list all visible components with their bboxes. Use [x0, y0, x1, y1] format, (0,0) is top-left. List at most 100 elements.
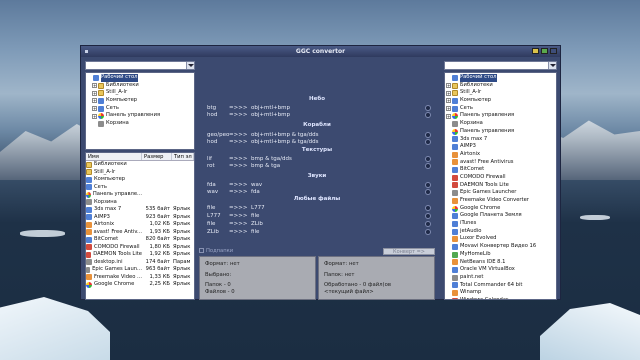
tree-item[interactable]: Epic Games Launcher: [446, 189, 555, 197]
subfolders-option[interactable]: Подпапки Конверт =>: [199, 248, 435, 255]
conversion-radio[interactable]: [425, 205, 431, 211]
conversion-radio[interactable]: [425, 213, 431, 219]
table-row[interactable]: Airtonix 1,02 КБ Ярлык: [86, 221, 194, 229]
tree-item[interactable]: avast! Free Antivirus: [446, 159, 555, 167]
file-size: 1,92 КБ: [149, 251, 170, 257]
tree-item[interactable]: Luxor Evolved: [446, 235, 555, 243]
tree-item[interactable]: iTunes: [446, 220, 555, 228]
tree-item[interactable]: paint.net: [446, 274, 555, 282]
expand-toggle-icon[interactable]: +: [92, 90, 97, 96]
chevron-down-icon[interactable]: [548, 62, 556, 69]
table-row[interactable]: Epic Games Laun... 963 байт Ярлык: [86, 266, 194, 274]
expand-toggle-icon[interactable]: +: [92, 98, 97, 104]
tree-item[interactable]: Корзина: [87, 120, 193, 128]
table-row[interactable]: DAEMON Tools Lite 1,92 КБ Ярлык: [86, 251, 194, 259]
file-type: Ярлык: [173, 221, 191, 227]
conversion-radio[interactable]: [425, 163, 431, 169]
minimize-button[interactable]: [532, 48, 539, 54]
expand-toggle-icon[interactable]: +: [446, 113, 451, 119]
tree-item[interactable]: Панель управления: [446, 128, 555, 136]
table-row[interactable]: COMODO Firewall 1,80 КБ Ярлык: [86, 244, 194, 252]
tree-item[interactable]: + Still_A-lr: [87, 89, 193, 97]
expand-toggle-icon[interactable]: +: [446, 83, 451, 89]
source-format: rot: [207, 163, 215, 169]
conversion-radio[interactable]: [425, 189, 431, 195]
expand-toggle-icon[interactable]: +: [92, 83, 97, 89]
tree-item[interactable]: Airtonix: [446, 151, 555, 159]
tree-item[interactable]: 3ds max 7: [446, 136, 555, 144]
tree-item[interactable]: + Компьютер: [87, 97, 193, 105]
table-row[interactable]: Панель управле...: [86, 191, 194, 199]
tree-item[interactable]: Freemake Video Converter: [446, 197, 555, 205]
table-row[interactable]: Библиотеки: [86, 161, 194, 169]
maximize-button[interactable]: [541, 48, 548, 54]
tree-item[interactable]: Google Chrome: [446, 205, 555, 213]
conversion-radio[interactable]: [425, 112, 431, 118]
target-info-box: Формат: нет Папок: нет Обработано - 0 фа…: [318, 256, 435, 300]
tree-item[interactable]: Total Commander 64 bit: [446, 282, 555, 290]
column-size-header[interactable]: Размер: [142, 153, 172, 160]
file-size: 820 байт: [145, 236, 170, 242]
subfolders-checkbox[interactable]: [199, 248, 204, 253]
tree-item[interactable]: + Панель управления: [87, 112, 193, 120]
expand-toggle-icon[interactable]: +: [446, 106, 451, 112]
tree-item[interactable]: MyHomeLib: [446, 251, 555, 259]
expand-toggle-icon[interactable]: +: [446, 98, 451, 104]
tree-item-label: Сеть: [106, 104, 119, 111]
table-row[interactable]: BitComet 820 байт Ярлык: [86, 236, 194, 244]
tree-item[interactable]: Movavi Конвертер Видео 16: [446, 243, 555, 251]
right-path-combo[interactable]: [444, 61, 557, 70]
left-folder-tree[interactable]: Рабочий стол + Библиотеки + Still_A-lr + Компь…: [85, 72, 195, 150]
tree-item-label: Freemake Video Converter: [460, 197, 529, 203]
tree-item[interactable]: Рабочий стол: [87, 74, 193, 82]
tree-item[interactable]: NetBeans IDE 8.1: [446, 259, 555, 267]
tree-item[interactable]: DAEMON Tools Lite: [446, 182, 555, 190]
tree-item[interactable]: AIMP3: [446, 143, 555, 151]
tree-item[interactable]: + Сеть: [446, 105, 555, 113]
table-row[interactable]: desktop.ini 174 байт Парам: [86, 259, 194, 267]
conversion-radio[interactable]: [425, 221, 431, 227]
tree-item[interactable]: Корзина: [446, 120, 555, 128]
tree-item[interactable]: Windows Calendar: [446, 297, 555, 299]
table-row[interactable]: Still_A-lr: [86, 169, 194, 177]
expand-toggle-icon[interactable]: +: [446, 90, 451, 96]
tree-item[interactable]: + Библиотеки: [87, 82, 193, 90]
app-menu-icon[interactable]: [85, 50, 88, 53]
tree-item[interactable]: + Библиотеки: [446, 82, 555, 90]
tree-item[interactable]: jetAudio: [446, 228, 555, 236]
tree-item[interactable]: + Сеть: [87, 105, 193, 113]
left-file-list[interactable]: Имя Размер Тип эл Библиотеки Still_A-lr Ко…: [85, 152, 195, 300]
right-folder-tree[interactable]: Рабочий стол + Библиотеки + Still_A-lr + Компь…: [444, 72, 557, 300]
left-path-combo[interactable]: [85, 61, 195, 70]
table-row[interactable]: Сеть: [86, 184, 194, 192]
tree-item[interactable]: Oracle VM VirtualBox: [446, 266, 555, 274]
table-row[interactable]: Google Chrome 2,25 КБ Ярлык: [86, 281, 194, 289]
table-row[interactable]: Freemake Video ... 1,33 КБ Ярлык: [86, 274, 194, 282]
tree-item[interactable]: + Панель управления: [446, 112, 555, 120]
column-name-header[interactable]: Имя: [86, 153, 142, 160]
table-row[interactable]: Корзина: [86, 199, 194, 207]
app-icon: [86, 274, 92, 281]
convert-button[interactable]: Конверт =>: [383, 248, 435, 255]
expand-toggle-icon[interactable]: +: [92, 113, 97, 119]
tree-item[interactable]: + Still_A-lr: [446, 89, 555, 97]
tree-item[interactable]: BitComet: [446, 166, 555, 174]
tree-item[interactable]: Google Планета Земля: [446, 212, 555, 220]
chevron-down-icon[interactable]: [186, 62, 194, 69]
column-type-header[interactable]: Тип эл: [172, 153, 194, 160]
table-row[interactable]: Компьютер: [86, 176, 194, 184]
tree-item[interactable]: Рабочий стол: [446, 74, 555, 82]
expand-toggle-icon[interactable]: +: [92, 106, 97, 112]
title-bar[interactable]: GGC convertor: [81, 46, 560, 57]
conversion-radio[interactable]: [425, 229, 431, 235]
table-row[interactable]: avast! Free Antiv... 1,93 КБ Ярлык: [86, 229, 194, 237]
conversion-radio[interactable]: [425, 139, 431, 145]
tree-item[interactable]: COMODO Firewall: [446, 174, 555, 182]
table-row[interactable]: AIMP3 923 байт Ярлык: [86, 214, 194, 222]
close-button[interactable]: [550, 48, 557, 54]
tree-item[interactable]: + Компьютер: [446, 97, 555, 105]
table-row[interactable]: 3ds max 7 535 байт Ярлык: [86, 206, 194, 214]
tree-item[interactable]: Winamp: [446, 289, 555, 297]
arrow-label: =>>>: [229, 112, 248, 118]
